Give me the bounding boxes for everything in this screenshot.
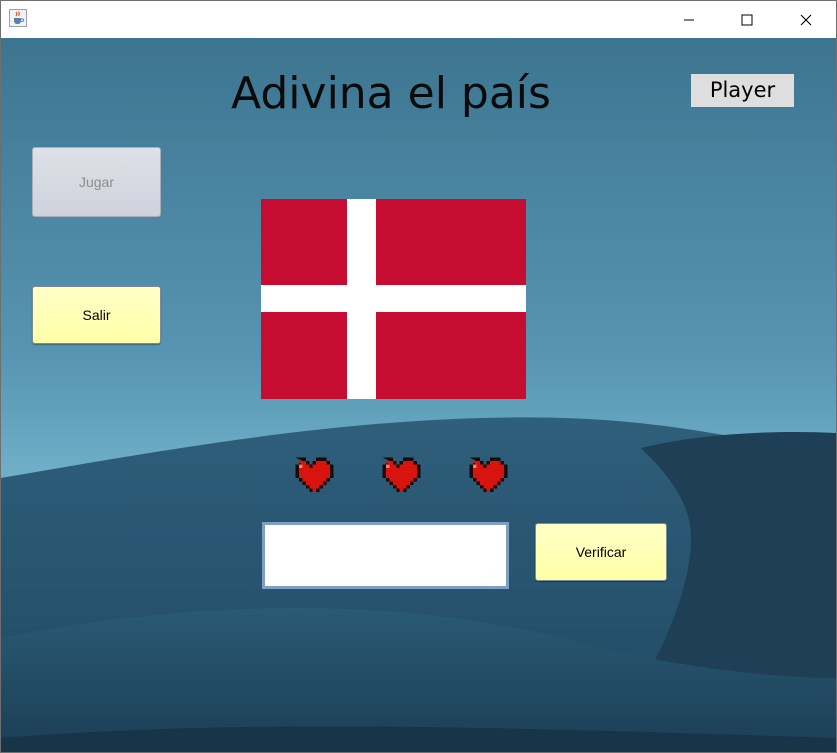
life-heart-icon <box>469 457 508 492</box>
life-heart-icon <box>295 457 334 492</box>
maximize-button[interactable] <box>717 1 777 38</box>
close-button[interactable] <box>776 1 836 38</box>
game-panel: Adivina el país Player Jugar Salir Verif… <box>1 38 836 752</box>
denmark-flag <box>261 199 526 399</box>
close-icon <box>800 14 812 25</box>
game-title: Adivina el país <box>231 68 551 119</box>
play-button[interactable]: Jugar <box>32 147 161 217</box>
minimize-button[interactable] <box>659 1 719 38</box>
maximize-icon <box>741 14 753 25</box>
app-window: Adivina el país Player Jugar Salir Verif… <box>0 0 837 753</box>
life-heart-icon <box>382 457 421 492</box>
minimize-icon <box>684 19 694 20</box>
verify-button[interactable]: Verificar <box>535 523 667 581</box>
country-answer-input[interactable] <box>262 522 509 589</box>
exit-button[interactable]: Salir <box>32 286 161 344</box>
java-cup-icon[interactable] <box>9 9 27 27</box>
title-bar <box>1 1 836 38</box>
player-name-label: Player <box>691 74 794 107</box>
